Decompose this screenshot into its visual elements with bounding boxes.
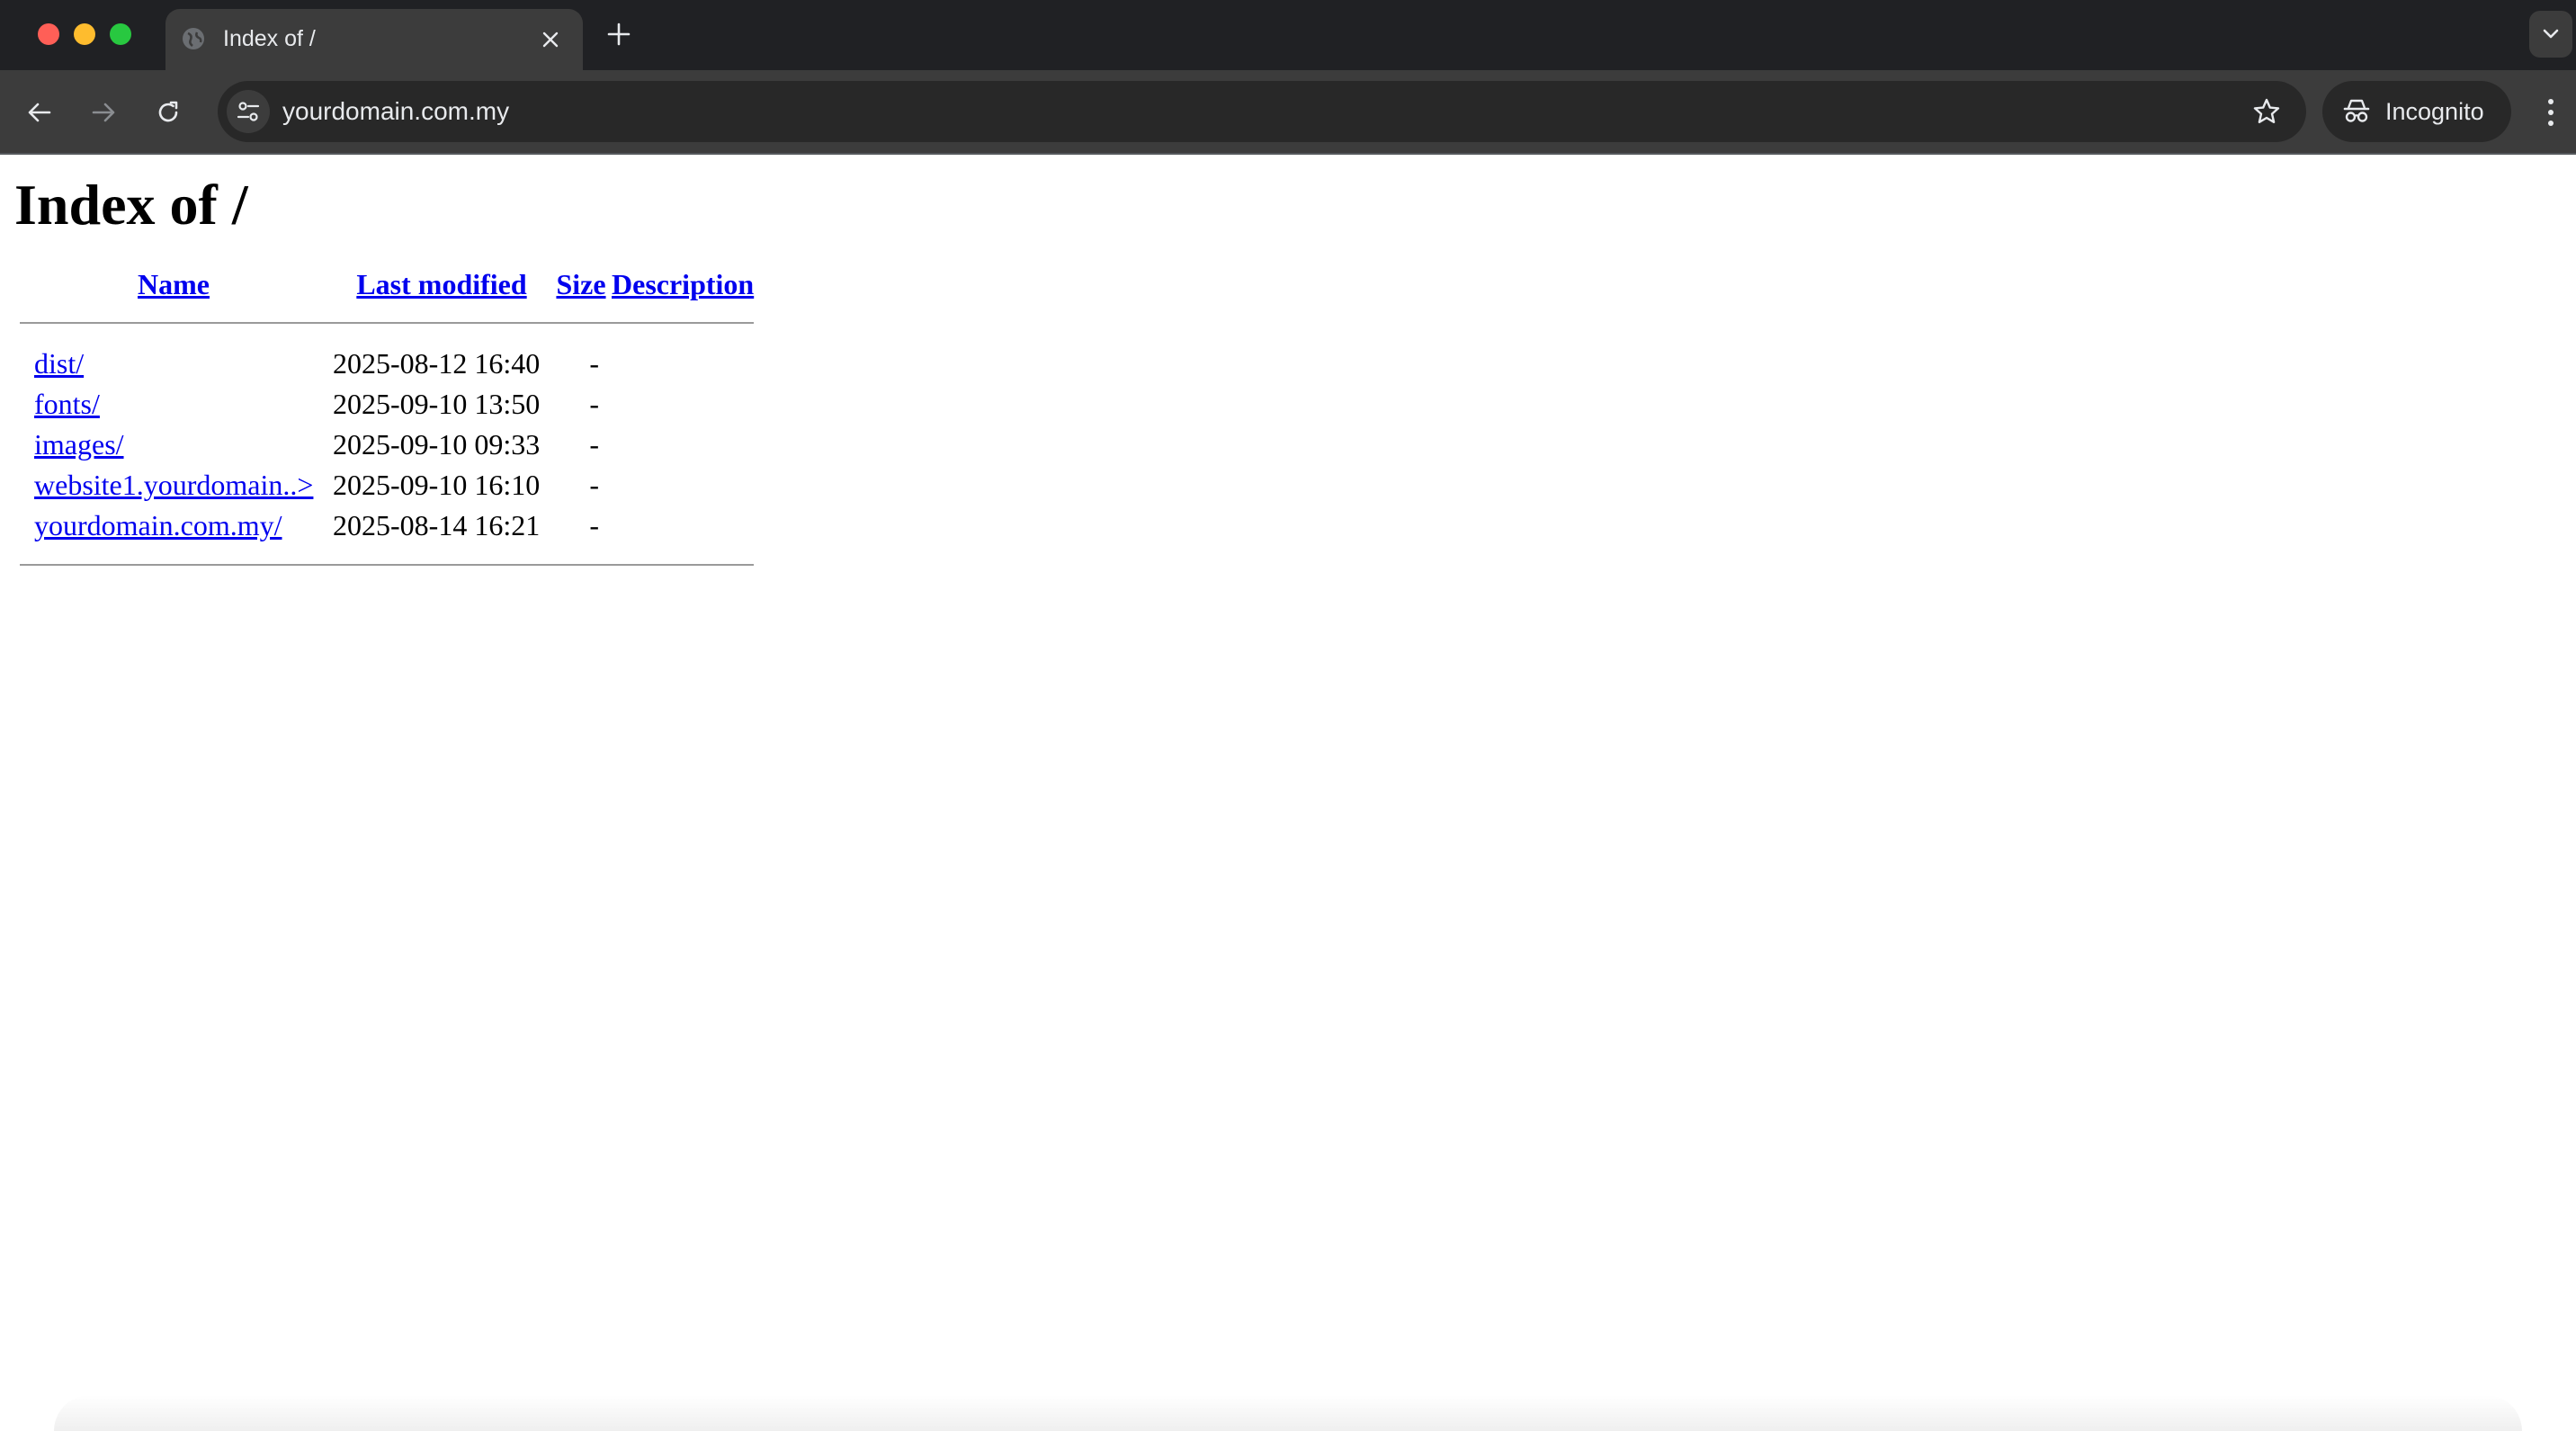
incognito-icon (2342, 97, 2371, 126)
incognito-label: Incognito (2385, 98, 2484, 125)
directory-link[interactable]: yourdomain.com.my/ (34, 509, 282, 541)
sort-by-description-link[interactable]: Description (612, 268, 754, 300)
table-row: website1.yourdomain..> 2025-09-10 16:10 … (20, 465, 754, 505)
description-cell (612, 384, 754, 425)
sort-by-name-link[interactable]: Name (138, 268, 210, 300)
column-header-description: Description (612, 264, 754, 304)
window-close-button[interactable] (38, 23, 59, 45)
url-text[interactable]: yourdomain.com.my (282, 97, 509, 126)
size-cell: - (589, 469, 599, 501)
arrow-right-icon[interactable] (83, 92, 124, 133)
plus-icon[interactable] (603, 18, 635, 50)
page-title: Index of / (14, 173, 248, 237)
reload-icon[interactable] (148, 92, 189, 133)
tune-icon[interactable] (227, 90, 270, 133)
sort-by-size-link[interactable]: Size (556, 268, 605, 300)
browser-toolbar: yourdomain.com.my Incognito (0, 70, 2576, 155)
table-row: fonts/ 2025-09-10 13:50 - (20, 384, 754, 425)
page-content: Index of / Name Last modified Size Descr… (0, 155, 2576, 1431)
directory-listing-table: Name Last modified Size Description dist… (14, 264, 759, 566)
window-bottom-shadow (54, 1395, 2522, 1431)
close-icon[interactable] (536, 25, 565, 54)
directory-link[interactable]: fonts/ (34, 388, 100, 420)
footer-divider (20, 564, 755, 566)
directory-link[interactable]: dist/ (34, 347, 84, 380)
address-bar[interactable]: yourdomain.com.my (218, 81, 2306, 142)
size-cell: - (589, 347, 599, 380)
incognito-profile-button[interactable]: Incognito (2322, 81, 2511, 142)
star-icon[interactable] (2250, 95, 2283, 128)
description-cell (612, 344, 754, 384)
table-row: dist/ 2025-08-12 16:40 - (20, 344, 754, 384)
size-cell: - (589, 428, 599, 461)
table-header-row: Name Last modified Size Description (20, 264, 754, 304)
table-row: yourdomain.com.my/ 2025-08-14 16:21 - (20, 505, 754, 546)
last-modified-cell: 2025-08-12 16:40 (333, 347, 541, 380)
globe-icon (180, 25, 207, 52)
size-cell: - (589, 388, 599, 420)
column-header-last-modified: Last modified (333, 264, 550, 304)
column-header-name: Name (20, 264, 327, 304)
last-modified-cell: 2025-09-10 13:50 (333, 388, 541, 420)
description-cell (612, 505, 754, 546)
footer-divider-row (20, 546, 755, 566)
header-divider-row (20, 304, 755, 344)
last-modified-cell: 2025-08-14 16:21 (333, 509, 541, 541)
size-cell: - (589, 509, 599, 541)
description-cell (612, 465, 754, 505)
directory-link[interactable]: images/ (34, 428, 124, 461)
window-minimize-button[interactable] (74, 23, 95, 45)
directory-link[interactable]: website1.yourdomain..> (34, 469, 313, 501)
table-row: images/ 2025-09-10 09:33 - (20, 425, 754, 465)
column-header-size: Size (556, 264, 606, 304)
description-cell (612, 425, 754, 465)
tab-strip: Index of / (0, 0, 2576, 70)
chevron-down-icon[interactable] (2529, 11, 2572, 58)
arrow-left-icon[interactable] (19, 92, 60, 133)
browser-tab[interactable]: Index of / (165, 9, 583, 70)
tab-title: Index of / (223, 26, 316, 51)
window-zoom-button[interactable] (110, 23, 131, 45)
sort-by-last-modified-link[interactable]: Last modified (356, 268, 526, 300)
header-divider (20, 322, 755, 324)
kebab-menu-icon[interactable] (2535, 92, 2567, 133)
last-modified-cell: 2025-09-10 09:33 (333, 428, 541, 461)
last-modified-cell: 2025-09-10 16:10 (333, 469, 541, 501)
